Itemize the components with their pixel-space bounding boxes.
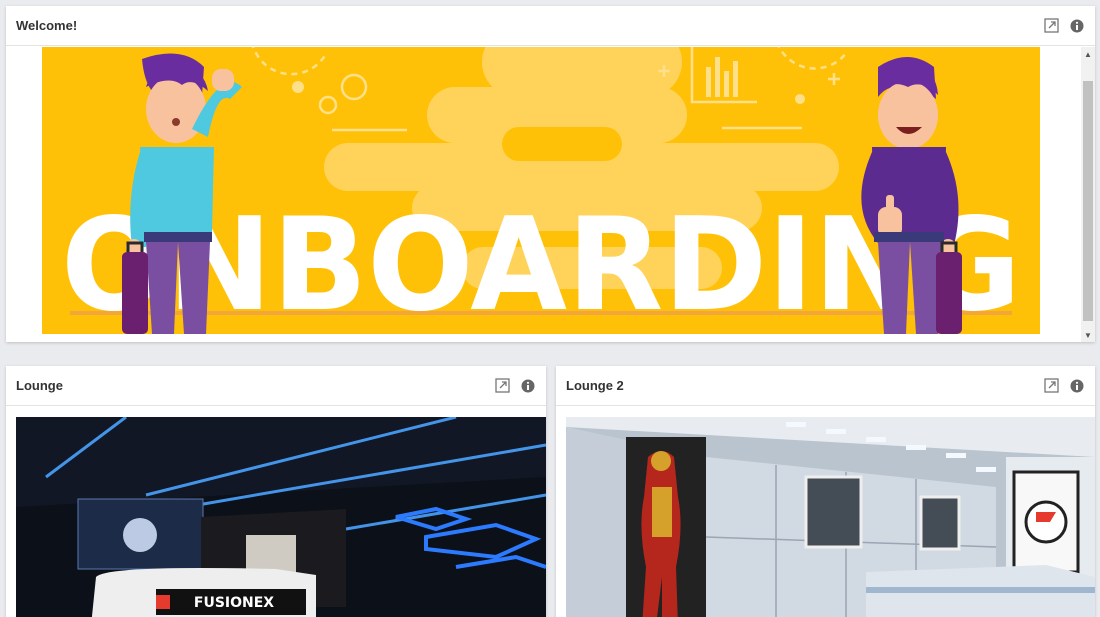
info-icon[interactable] [520,378,536,394]
lounge-photo: FUSIONEX [16,417,546,617]
lounge-panel-header: Lounge [6,366,546,406]
onboarding-banner: ONBOARDING [42,47,1040,334]
welcome-panel: Welcome! ONBOARDING ▲ ▼ [6,6,1095,342]
lounge-2-photo [566,417,1095,617]
lounge-panel: Lounge FUSIONEX [6,366,546,617]
scroll-thumb[interactable] [1083,81,1093,321]
expand-icon[interactable] [1043,378,1059,394]
info-icon[interactable] [1069,18,1085,34]
welcome-panel-header: Welcome! [6,6,1095,46]
scroll-up-arrow-icon[interactable]: ▲ [1081,47,1095,61]
panel-actions [494,378,536,394]
welcome-content: ONBOARDING [6,47,1081,342]
lounge-2-panel-header: Lounge 2 [556,366,1095,406]
lounge-2-panel: Lounge 2 [556,366,1095,617]
panel-title: Lounge [16,378,63,393]
fusionex-sign-text: FUSIONEX [194,595,274,611]
expand-icon[interactable] [1043,18,1059,34]
info-icon[interactable] [1069,378,1085,394]
onboarding-illustration: ONBOARDING [42,47,1040,334]
panel-actions [1043,18,1085,34]
panel-actions [1043,378,1085,394]
welcome-scrollbar[interactable]: ▲ ▼ [1081,47,1095,342]
expand-icon[interactable] [494,378,510,394]
scroll-down-arrow-icon[interactable]: ▼ [1081,328,1095,342]
panel-title: Lounge 2 [566,378,624,393]
panel-title: Welcome! [16,18,78,33]
